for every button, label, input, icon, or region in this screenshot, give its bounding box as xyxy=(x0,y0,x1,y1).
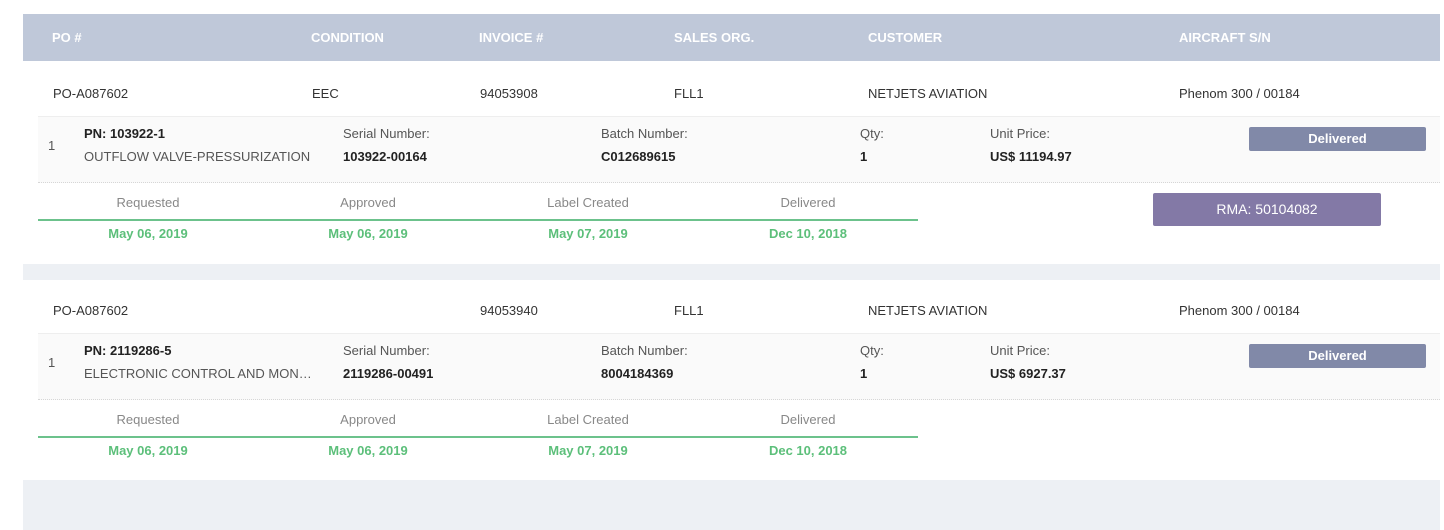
order-row[interactable]: PO-A087602 94053940 FLL1 NETJETS AVIATIO… xyxy=(23,286,1440,333)
step-delivered-date: Dec 10, 2018 xyxy=(768,443,848,458)
column-header-sales-org[interactable]: SALES ORG. xyxy=(674,30,754,45)
po-number: PO-A087602 xyxy=(53,303,129,318)
invoice-number: 94053908 xyxy=(480,86,538,101)
customer: NETJETS AVIATION xyxy=(868,303,988,318)
step-requested-label: Requested xyxy=(116,195,180,210)
part-number: PN: 2119286-5 xyxy=(84,343,172,358)
unit-price-label: Unit Price: xyxy=(990,343,1050,358)
status-delivered-button[interactable]: Delivered xyxy=(1249,344,1426,368)
step-delivered-label: Delivered xyxy=(780,412,836,427)
step-approved-label: Approved xyxy=(340,195,396,210)
qty: 1 xyxy=(860,149,868,164)
sales-org: FLL1 xyxy=(674,303,704,318)
serial-number-label: Serial Number: xyxy=(343,343,430,358)
column-header-aircraft[interactable]: AIRCRAFT S/N xyxy=(1179,30,1271,45)
order-separator xyxy=(23,480,1440,530)
condition: EEC xyxy=(312,86,339,101)
step-approved-date: May 06, 2019 xyxy=(328,443,408,458)
step-delivered-label: Delivered xyxy=(780,195,836,210)
table-header: PO # CONDITION INVOICE # SALES ORG. CUST… xyxy=(23,14,1440,61)
status-delivered-button[interactable]: Delivered xyxy=(1249,127,1426,151)
step-approved-label: Approved xyxy=(340,412,396,427)
tracking-timeline: Requested Approved Label Created Deliver… xyxy=(38,182,918,262)
po-number: PO-A087602 xyxy=(53,86,129,101)
step-delivered-date: Dec 10, 2018 xyxy=(768,226,848,241)
batch-number: 8004184369 xyxy=(601,366,674,381)
qty-label: Qty: xyxy=(860,126,884,141)
serial-number: 103922-00164 xyxy=(343,149,427,164)
step-requested-date: May 06, 2019 xyxy=(108,226,188,241)
column-header-customer[interactable]: CUSTOMER xyxy=(868,30,942,45)
step-label-created-label: Label Created xyxy=(547,195,629,210)
batch-number: C012689615 xyxy=(601,149,676,164)
column-header-condition[interactable]: CONDITION xyxy=(311,30,384,45)
column-header-invoice[interactable]: INVOICE # xyxy=(479,30,543,45)
customer: NETJETS AVIATION xyxy=(868,86,988,101)
aircraft-sn: Phenom 300 / 00184 xyxy=(1179,86,1300,101)
qty: 1 xyxy=(860,366,868,381)
timeline-line xyxy=(38,436,918,438)
batch-number-label: Batch Number: xyxy=(601,343,688,358)
serial-number: 2119286-00491 xyxy=(343,366,434,381)
timeline-line xyxy=(38,219,918,221)
sales-org: FLL1 xyxy=(674,86,704,101)
order-row[interactable]: PO-A087602 EEC 94053908 FLL1 NETJETS AVI… xyxy=(23,69,1440,116)
step-approved-date: May 06, 2019 xyxy=(328,226,408,241)
step-requested-date: May 06, 2019 xyxy=(108,443,188,458)
invoice-number: 94053940 xyxy=(480,303,538,318)
tracking-timeline: Requested Approved Label Created Deliver… xyxy=(38,399,918,479)
line-item[interactable]: 1 PN: 2119286-5 ELECTRONIC CONTROL AND M… xyxy=(38,333,1440,400)
rma-button[interactable]: RMA: 50104082 xyxy=(1153,193,1381,226)
step-label-created-date: May 07, 2019 xyxy=(548,443,628,458)
step-label-created-date: May 07, 2019 xyxy=(548,226,628,241)
column-header-po[interactable]: PO # xyxy=(52,30,82,45)
batch-number-label: Batch Number: xyxy=(601,126,688,141)
unit-price: US$ 6927.37 xyxy=(990,366,1066,381)
line-item[interactable]: 1 PN: 103922-1 OUTFLOW VALVE-PRESSURIZAT… xyxy=(38,116,1440,183)
step-label-created-label: Label Created xyxy=(547,412,629,427)
unit-price: US$ 11194.97 xyxy=(990,149,1072,164)
serial-number-label: Serial Number: xyxy=(343,126,430,141)
orders-panel: PO # CONDITION INVOICE # SALES ORG. CUST… xyxy=(23,14,1440,530)
step-requested-label: Requested xyxy=(116,412,180,427)
part-description: ELECTRONIC CONTROL AND MONITORING xyxy=(84,366,312,381)
unit-price-label: Unit Price: xyxy=(990,126,1050,141)
qty-label: Qty: xyxy=(860,343,884,358)
part-number: PN: 103922-1 xyxy=(84,126,165,141)
item-index: 1 xyxy=(48,138,56,153)
item-index: 1 xyxy=(48,355,56,370)
aircraft-sn: Phenom 300 / 00184 xyxy=(1179,303,1300,318)
part-description: OUTFLOW VALVE-PRESSURIZATION xyxy=(84,149,311,164)
order-separator xyxy=(23,264,1440,280)
